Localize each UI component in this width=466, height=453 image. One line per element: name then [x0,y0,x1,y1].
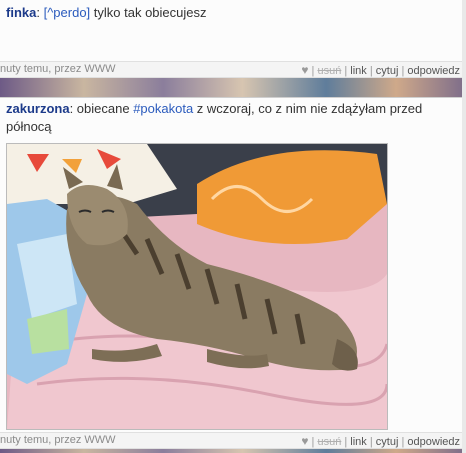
separator: | [344,436,348,448]
separator: | [311,436,315,448]
entry-message: finka: [^perdo] tylko tak obiecujesz [6,4,460,22]
entry-finka: finka: [^perdo] tylko tak obiecujesz [0,0,466,63]
entry-meta-bar: nuty temu, przez WWW ♥ | usuń | link | c… [0,61,466,78]
scrollbar-edge[interactable] [462,0,466,453]
author-link[interactable]: zakurzona [6,101,70,116]
separator: | [401,65,405,77]
entry-meta-bar: nuty temu, przez WWW ♥ | usuń | link | c… [0,432,466,449]
entry-zakurzona: zakurzona: obiecane #pokakota z wczoraj,… [0,97,466,435]
quote-link[interactable]: cytuj [376,436,399,448]
entry-actions: ♥ | usuń | link | cytuj | odpowiedz [301,434,460,448]
user-tag-link[interactable]: [^perdo] [44,5,91,20]
hashtag-link[interactable]: #pokakota [133,101,193,116]
separator: | [344,65,348,77]
entry-message: zakurzona: obiecane #pokakota z wczoraj,… [6,100,460,136]
separator: | [311,65,315,77]
reply-link[interactable]: odpowiedz [407,65,460,77]
delete-link[interactable]: usuń [317,65,341,77]
author-link[interactable]: finka [6,5,36,20]
cat-photo[interactable] [6,143,388,430]
entry-timestamp: nuty temu, przez WWW [0,434,116,446]
entry-text: tylko tak obiecujesz [90,5,207,20]
permalink-link[interactable]: link [350,65,367,77]
entry-text-before: : obiecane [69,101,134,116]
separator: | [369,65,373,77]
entry-actions: ♥ | usuń | link | cytuj | odpowiedz [301,63,460,77]
delete-link[interactable]: usuń [317,436,341,448]
heart-icon[interactable]: ♥ [301,63,308,77]
permalink-link[interactable]: link [350,436,367,448]
separator: | [401,436,405,448]
entry-timestamp: nuty temu, przez WWW [0,63,116,75]
reply-link[interactable]: odpowiedz [407,436,460,448]
separator: | [369,436,373,448]
heart-icon[interactable]: ♥ [301,434,308,448]
quote-link[interactable]: cytuj [376,65,399,77]
colon: : [36,5,40,20]
